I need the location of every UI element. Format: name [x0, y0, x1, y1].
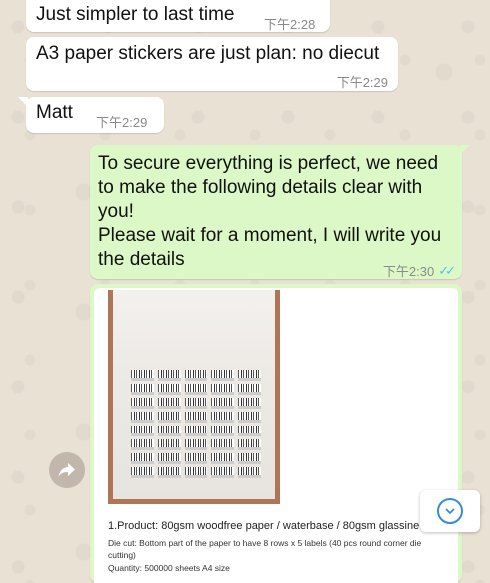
- barcode-label: [184, 383, 208, 395]
- message-time: 下午2:30: [382, 264, 435, 279]
- bubble-tail: [18, 97, 28, 107]
- barcode-label: [157, 425, 181, 437]
- incoming-message[interactable]: Matt 下午2:29: [18, 97, 164, 133]
- barcode-label: [238, 425, 261, 437]
- message-text: A3 paper stickers are just plan: no diec…: [36, 43, 380, 64]
- double-check-icon: ✓✓: [438, 262, 456, 278]
- barcode-label: [131, 370, 154, 381]
- sticker-sheet-photo[interactable]: [108, 290, 280, 504]
- barcode-label: [211, 383, 235, 395]
- scroll-to-bottom-button[interactable]: [420, 490, 480, 532]
- forward-button[interactable]: [49, 452, 85, 488]
- message-time: 下午2:29: [96, 115, 148, 130]
- barcode-label: [184, 467, 208, 478]
- barcode-label: [211, 425, 235, 437]
- barcode-label: [157, 383, 181, 395]
- barcode-label: [184, 425, 208, 437]
- barcode-label: [131, 411, 154, 423]
- barcode-label: [157, 411, 181, 423]
- barcode-label: [238, 397, 261, 409]
- barcode-label: [184, 397, 208, 409]
- quantity-caption: Quantity: 500000 sheets A4 size: [108, 563, 230, 573]
- barcode-label: [131, 397, 154, 409]
- die-cut-caption: Die cut: Bottom part of the paper to hav…: [108, 538, 422, 548]
- barcode-label: [211, 453, 235, 465]
- barcode-label: [157, 370, 181, 381]
- incoming-message[interactable]: A3 paper stickers are just plan: no diec…: [26, 37, 398, 91]
- barcode-label: [211, 397, 235, 409]
- barcode-label: [131, 453, 154, 465]
- barcode-label: [238, 383, 261, 395]
- die-cut-caption-continued: cutting): [108, 550, 136, 560]
- outgoing-message[interactable]: To secure everything is perfect, we need…: [90, 145, 470, 280]
- image-message-content: 1.Product: 80gsm woodfree paper / waterb…: [94, 288, 458, 583]
- barcode-label: [131, 439, 154, 451]
- product-caption: 1.Product: 80gsm woodfree paper / waterb…: [108, 520, 431, 532]
- barcode-label: [184, 453, 208, 465]
- bubble-tail: [460, 145, 470, 155]
- barcode-label: [184, 370, 208, 381]
- barcode-label: [184, 411, 208, 423]
- barcode-label: [131, 383, 154, 395]
- barcode-label: [157, 453, 181, 465]
- barcode-label: [184, 439, 208, 451]
- barcode-label: [211, 370, 235, 381]
- barcode-label: [238, 411, 261, 423]
- message-text: To secure everything is perfect, we need…: [98, 153, 442, 270]
- image-message[interactable]: 1.Product: 80gsm woodfree paper / waterb…: [90, 284, 462, 583]
- message-text: Matt: [36, 102, 73, 123]
- barcode-label: [131, 425, 154, 437]
- barcode-label: [157, 439, 181, 451]
- barcode-label: [238, 439, 261, 451]
- barcode-label: [211, 411, 235, 423]
- barcode-label: [157, 397, 181, 409]
- message-text: Just simpler to last time: [36, 4, 235, 25]
- incoming-message[interactable]: Just simpler to last time 下午2:28: [26, 0, 330, 32]
- forward-arrow-icon: [58, 463, 75, 477]
- message-meta: 下午2:30 ✓✓: [382, 261, 456, 280]
- barcode-label: [238, 453, 261, 465]
- barcode-label-grid: [131, 370, 261, 478]
- chevron-down-icon: [437, 498, 463, 524]
- barcode-label: [211, 439, 235, 451]
- message-time: 下午2:29: [336, 75, 388, 90]
- barcode-label: [131, 467, 154, 478]
- barcode-label: [157, 467, 181, 478]
- barcode-label: [238, 467, 261, 478]
- message-time: 下午2:28: [264, 17, 316, 32]
- barcode-label: [238, 370, 261, 381]
- barcode-label: [211, 467, 235, 478]
